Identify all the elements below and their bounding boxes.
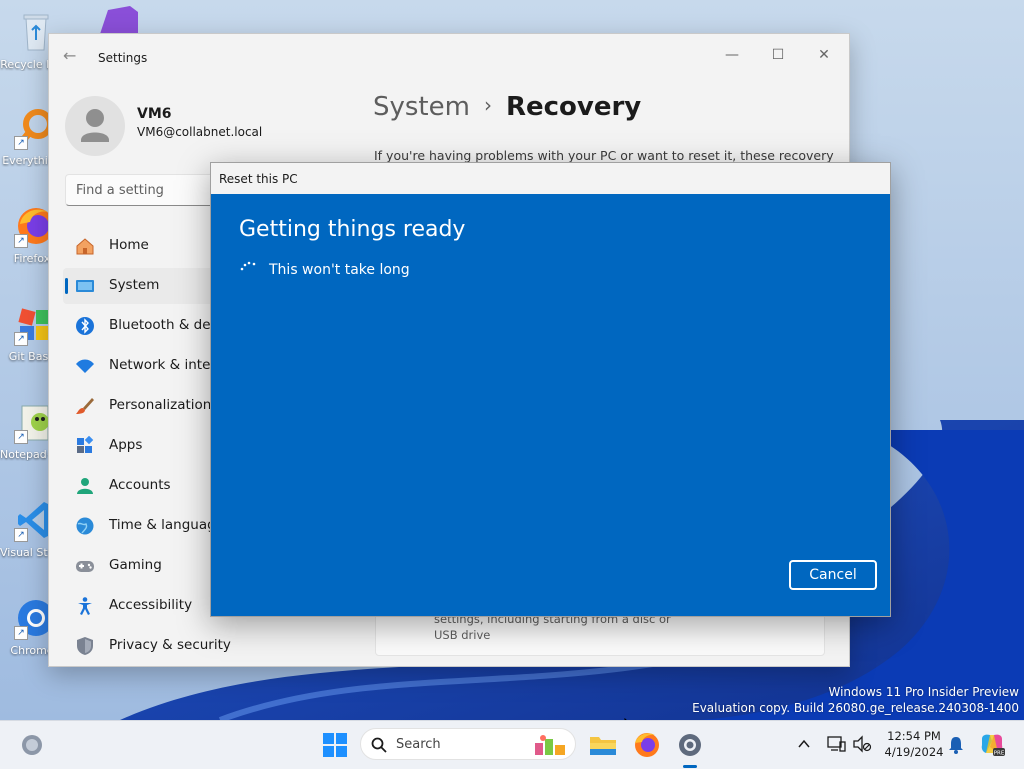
accessibility-icon: [78, 597, 92, 615]
clock-time: 12:54 PM: [887, 729, 941, 743]
dialog-title: Reset this PC: [219, 172, 298, 186]
breadcrumb: System › Recovery: [373, 92, 641, 122]
sidebar-item-label: Apps: [109, 437, 143, 453]
speaker-muted-icon[interactable]: [852, 734, 872, 754]
network-icon[interactable]: [826, 734, 846, 754]
user-icon: [81, 109, 109, 142]
active-indicator: [65, 278, 68, 294]
copilot-icon[interactable]: PRE: [978, 731, 1006, 759]
shortcut-arrow-icon: ↗: [14, 332, 28, 346]
wifi-icon: [76, 359, 94, 373]
sidebar-item-label: Home: [109, 237, 149, 253]
gamepad-icon: [76, 561, 94, 572]
dialog-titlebar[interactable]: Reset this PC: [211, 163, 890, 194]
reset-pc-dialog: Reset this PC Getting things ready This …: [210, 162, 891, 617]
minimize-button[interactable]: —: [709, 40, 755, 70]
find-setting-input[interactable]: Find a setting: [65, 174, 215, 206]
avatar[interactable]: [65, 96, 125, 156]
taskbar-search-box[interactable]: Search: [360, 728, 576, 760]
breadcrumb-separator-icon: ›: [483, 93, 492, 117]
shortcut-arrow-icon: ↗: [14, 136, 28, 150]
taskbar-clock[interactable]: 12:54 PM 4/19/2024: [880, 728, 948, 760]
apps-icon: [77, 436, 94, 453]
page-title: Recovery: [505, 92, 642, 122]
search-label: Search: [396, 737, 441, 752]
window-title: Settings: [98, 51, 148, 65]
back-arrow-icon[interactable]: ←: [63, 46, 76, 65]
close-button[interactable]: ✕: [801, 40, 847, 70]
brush-icon: [76, 398, 94, 414]
shortcut-arrow-icon: ↗: [14, 528, 28, 542]
accounts-icon: [77, 478, 93, 494]
sidebar-item-label: Time & language: [109, 517, 225, 533]
file-explorer-icon[interactable]: [587, 729, 619, 761]
recovery-description: If you're having problems with your PC o…: [374, 148, 834, 163]
start-icon[interactable]: [319, 729, 351, 761]
dialog-heading: Getting things ready: [239, 217, 466, 242]
user-name: VM6: [137, 106, 172, 122]
shortcut-arrow-icon: ↗: [14, 626, 28, 640]
sidebar-item-label: Gaming: [109, 557, 162, 573]
visual-studio-icon[interactable]: [90, 4, 140, 34]
system-icon: [76, 280, 94, 292]
svg-text:PRE: PRE: [994, 751, 1005, 757]
shortcut-arrow-icon: ↗: [14, 430, 28, 444]
home-icon: [76, 238, 94, 255]
sidebar-item-label: Accessibility: [109, 597, 193, 613]
watermark-line-2: Evaluation copy. Build 26080.ge_release.…: [692, 701, 1019, 715]
settings-titlebar[interactable]: ← Settings — ☐ ✕: [49, 34, 849, 82]
sidebar-item-label: Personalization: [109, 397, 212, 413]
settings-gear-icon[interactable]: [674, 729, 706, 761]
chevron-up-icon[interactable]: [797, 737, 811, 751]
search-icon: [371, 737, 387, 753]
loading-spinner-icon: [240, 261, 256, 271]
shield-icon: [77, 637, 93, 655]
breadcrumb-parent[interactable]: System: [373, 92, 470, 122]
search-highlight-icon: [535, 735, 565, 755]
maximize-button[interactable]: ☐: [755, 40, 801, 70]
watermark-line-1: Windows 11 Pro Insider Preview: [828, 685, 1019, 699]
taskbar: Search 12:54 PM 4/19/2024 PRE: [0, 720, 1024, 769]
widgets-icon[interactable]: [16, 729, 48, 761]
cancel-button[interactable]: Cancel: [789, 560, 877, 590]
firefox-taskbar-icon[interactable]: [631, 729, 663, 761]
shortcut-arrow-icon: ↗: [14, 234, 28, 248]
sidebar-item-label: Accounts: [109, 477, 171, 493]
sidebar-item-label: Privacy & security: [109, 637, 231, 653]
dialog-subtext: This won't take long: [269, 262, 410, 278]
globe-icon: [76, 517, 94, 535]
user-email: VM6@collabnet.local: [137, 125, 263, 139]
sidebar-item-privacy-security[interactable]: Privacy & security: [63, 628, 323, 664]
notification-bell-icon[interactable]: [946, 735, 966, 755]
bluetooth-icon: [76, 317, 94, 335]
clock-date: 4/19/2024: [884, 745, 944, 759]
sidebar-item-label: System: [109, 277, 160, 293]
